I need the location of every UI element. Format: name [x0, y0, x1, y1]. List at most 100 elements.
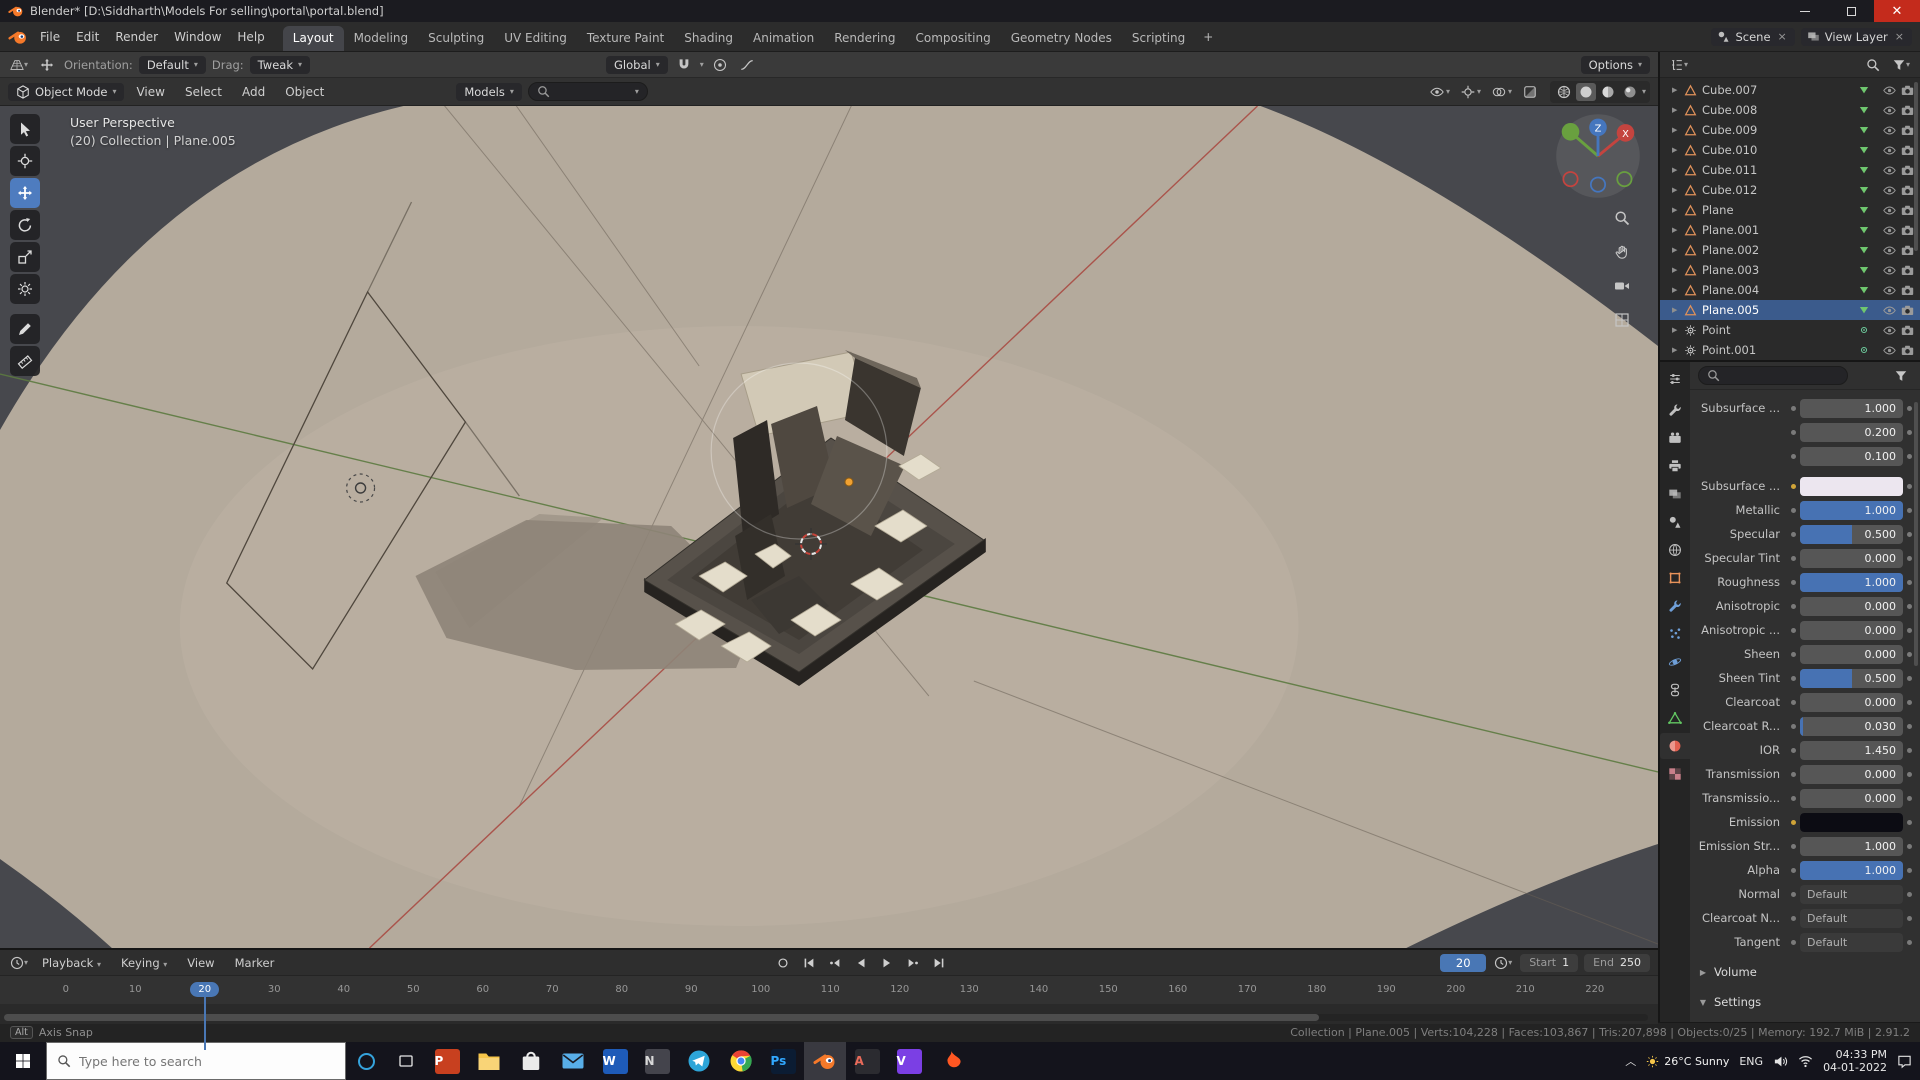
auto-keying-record-button[interactable]: [771, 953, 795, 973]
axis-negative-y-ball[interactable]: [1616, 171, 1633, 188]
properties-scrollbar[interactable]: [1914, 402, 1918, 666]
axis-negative-z-ball[interactable]: [1589, 176, 1607, 193]
viewport-3d[interactable]: User Perspective (20) Collection | Plane…: [0, 106, 1658, 948]
properties-search-input[interactable]: [1698, 366, 1848, 385]
render-menu[interactable]: Render: [107, 27, 166, 47]
outliner-row[interactable]: ▶ Plane: [1660, 200, 1920, 220]
render-visibility-camera-icon[interactable]: [1901, 324, 1914, 337]
texture-tab[interactable]: [1660, 761, 1690, 787]
timeline-channel-area[interactable]: [0, 1004, 1658, 1024]
property-field[interactable]: [1800, 812, 1903, 832]
expand-arrow-icon[interactable]: ▶: [1672, 306, 1684, 314]
edit-menu[interactable]: Edit: [68, 27, 107, 47]
keyframe-dot[interactable]: [1907, 867, 1912, 873]
render-visibility-camera-icon[interactable]: [1901, 104, 1914, 117]
scene-tab[interactable]: [1660, 509, 1690, 535]
scene-selector[interactable]: Scene ×: [1711, 27, 1795, 46]
frame-tick[interactable]: 220: [1560, 976, 1630, 1004]
timeline-editor-type-button[interactable]: ▾: [8, 953, 30, 973]
photoshop-icon[interactable]: Ps: [762, 1042, 804, 1080]
outliner-editor-type-button[interactable]: ▾: [1668, 55, 1690, 75]
decorator-dot[interactable]: [1791, 603, 1796, 609]
object-name[interactable]: Cube.010: [1702, 143, 1853, 157]
decorator-dot[interactable]: [1791, 627, 1796, 633]
property-field[interactable]: 1.000: [1800, 398, 1903, 418]
object-name[interactable]: Plane.001: [1702, 223, 1853, 237]
keyframe-dot[interactable]: [1907, 483, 1912, 489]
workspace-tab[interactable]: Rendering: [824, 26, 905, 51]
constraints-tab[interactable]: [1660, 677, 1690, 703]
word-icon[interactable]: W: [594, 1042, 636, 1080]
scene-unlink-icon[interactable]: ×: [1776, 30, 1789, 43]
help-menu[interactable]: Help: [229, 27, 272, 47]
powerpoint-icon[interactable]: P: [426, 1042, 468, 1080]
object-name[interactable]: Plane.004: [1702, 283, 1853, 297]
xray-toggle[interactable]: [1519, 83, 1541, 101]
zoom-icon[interactable]: [1610, 206, 1634, 230]
outliner-row[interactable]: ▶ Plane.001: [1660, 220, 1920, 240]
decorator-dot[interactable]: [1791, 429, 1796, 435]
workspace-tab[interactable]: UV Editing: [494, 26, 577, 51]
expand-arrow-icon[interactable]: ▶: [1672, 106, 1684, 114]
material-shading-button[interactable]: [1598, 83, 1618, 101]
expand-arrow-icon[interactable]: ▶: [1672, 166, 1684, 174]
outliner-scrollbar[interactable]: [1914, 82, 1918, 252]
collection-filter-dropdown[interactable]: Models ▾: [456, 82, 522, 101]
pan-hand-icon[interactable]: [1610, 240, 1634, 264]
add-menu[interactable]: Add: [234, 82, 273, 102]
frame-tick[interactable]: 0: [31, 976, 101, 1004]
settings-section-header[interactable]: ▼ Settings: [1692, 990, 1918, 1014]
render-visibility-camera-icon[interactable]: [1901, 304, 1914, 317]
keyframe-dot[interactable]: [1907, 723, 1912, 729]
object-data-tab[interactable]: [1660, 705, 1690, 731]
render-visibility-camera-icon[interactable]: [1901, 84, 1914, 97]
file-menu[interactable]: File: [32, 27, 68, 47]
decorator-dot[interactable]: [1791, 699, 1796, 705]
keyframe-dot[interactable]: [1907, 429, 1912, 435]
decorator-dot[interactable]: [1791, 819, 1796, 825]
visibility-eye-icon[interactable]: [1883, 284, 1896, 297]
object-visibility-dropdown[interactable]: ▾: [1426, 83, 1454, 101]
object-name[interactable]: Cube.012: [1702, 183, 1853, 197]
object-name[interactable]: Cube.008: [1702, 103, 1853, 117]
property-field[interactable]: Default: [1800, 932, 1903, 952]
visibility-eye-icon[interactable]: [1883, 124, 1896, 137]
keyframe-dot[interactable]: [1907, 579, 1912, 585]
outliner-row[interactable]: ▶ Plane.002: [1660, 240, 1920, 260]
decorator-dot[interactable]: [1791, 771, 1796, 777]
expand-arrow-icon[interactable]: ▶: [1672, 186, 1684, 194]
view-menu[interactable]: View: [128, 82, 172, 102]
object-name[interactable]: Cube.009: [1702, 123, 1853, 137]
decorator-dot[interactable]: [1791, 483, 1796, 489]
cursor-tool[interactable]: [10, 146, 40, 176]
timeline-scrollbar[interactable]: [4, 1014, 1648, 1021]
language-indicator[interactable]: ENG: [1739, 1055, 1763, 1068]
notification-center-icon[interactable]: [1897, 1054, 1912, 1069]
keyframe-dot[interactable]: [1907, 915, 1912, 921]
decorator-dot[interactable]: [1791, 747, 1796, 753]
wifi-icon[interactable]: [1798, 1054, 1813, 1069]
property-field[interactable]: 1.000: [1800, 500, 1903, 520]
outliner-row[interactable]: ▶ Plane.005: [1660, 300, 1920, 320]
outliner-row[interactable]: ▶ Point: [1660, 320, 1920, 340]
render-visibility-camera-icon[interactable]: [1901, 164, 1914, 177]
property-field[interactable]: Default: [1800, 884, 1903, 904]
physics-tab[interactable]: [1660, 649, 1690, 675]
frame-tick[interactable]: 130: [935, 976, 1005, 1004]
transform-tool[interactable]: [10, 274, 40, 304]
object-name[interactable]: Cube.007: [1702, 83, 1853, 97]
expand-arrow-icon[interactable]: ▶: [1672, 86, 1684, 94]
keyframe-dot[interactable]: [1907, 675, 1912, 681]
vlc-icon[interactable]: V: [888, 1042, 930, 1080]
visibility-eye-icon[interactable]: [1883, 164, 1896, 177]
visibility-eye-icon[interactable]: [1883, 184, 1896, 197]
frame-tick[interactable]: 100: [726, 976, 796, 1004]
falloff-curve-icon[interactable]: [736, 55, 758, 75]
scale-tool[interactable]: [10, 242, 40, 272]
property-field[interactable]: 1.450: [1800, 740, 1903, 760]
add-workspace-button[interactable]: +: [1195, 26, 1221, 48]
timeline-view-menu[interactable]: View: [179, 953, 222, 973]
expand-arrow-icon[interactable]: ▶: [1672, 346, 1684, 354]
close-button[interactable]: ✕: [1874, 0, 1920, 22]
visibility-eye-icon[interactable]: [1883, 84, 1896, 97]
